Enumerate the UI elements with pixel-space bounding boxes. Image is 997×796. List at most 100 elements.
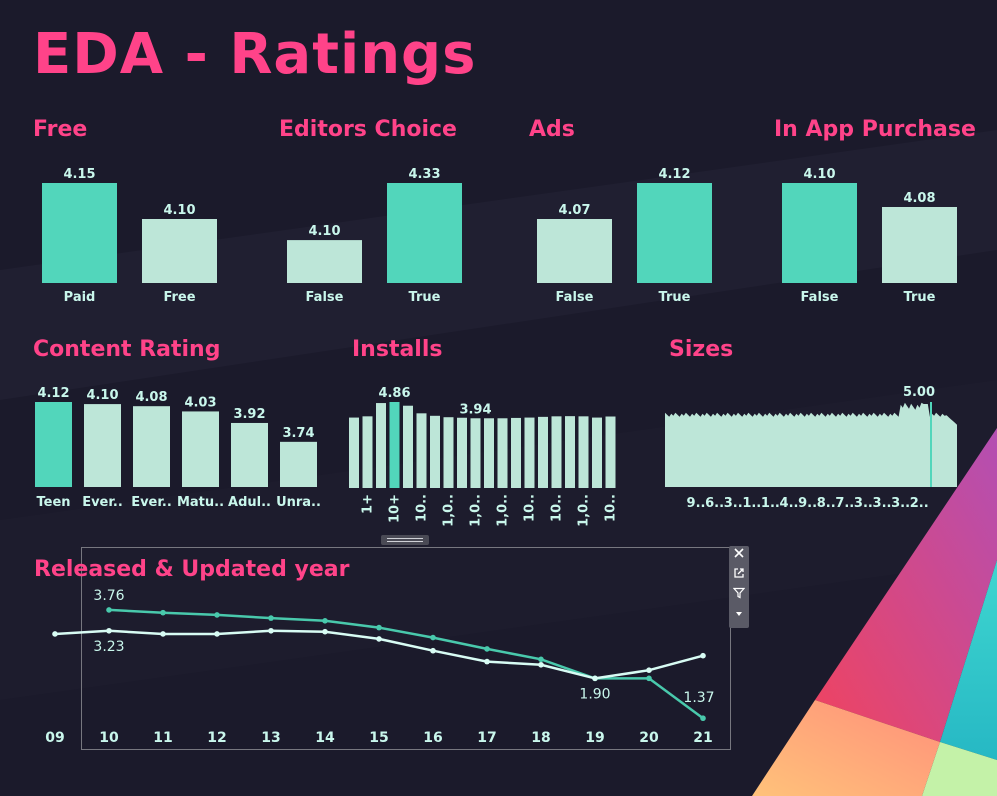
bar-installs-1[interactable] (362, 416, 373, 488)
line-point-0-8[interactable] (484, 646, 490, 652)
bar-installs-11[interactable] (497, 418, 508, 488)
bar-content-3[interactable] (182, 411, 219, 487)
page-title: EDA - Ratings (33, 22, 477, 87)
bar-installs-4[interactable] (403, 405, 413, 488)
sizes-axis-label-0: 9.. (687, 496, 706, 511)
data-label-content-1: 4.10 (86, 388, 118, 403)
category-label-installs-5: 10.. (415, 494, 430, 522)
sizes-axis-label-12: 2.. (910, 496, 929, 511)
line-point-0-3[interactable] (214, 612, 220, 618)
line-point-1-12[interactable] (700, 652, 706, 659)
sizes-axis-label-1: 6.. (705, 496, 724, 511)
year-axis-label-4: 13 (261, 730, 280, 746)
data-label-iap-0: 4.10 (803, 167, 835, 182)
line-point-label-1: 3.23 (93, 639, 124, 655)
line-point-1-10[interactable] (592, 675, 598, 682)
sizes-area[interactable] (665, 402, 957, 487)
line-point-1-1[interactable] (106, 627, 112, 634)
bar-iap-1[interactable] (882, 207, 957, 283)
category-label-content-2: Ever.. (131, 495, 172, 510)
line-point-1-0[interactable] (52, 631, 58, 637)
line-point-0-12[interactable] (700, 715, 706, 722)
category-label-content-4: Adul.. (228, 495, 271, 510)
bar-ads-0[interactable] (537, 219, 612, 283)
line-point-0-5[interactable] (322, 618, 328, 624)
bar-installs-10[interactable] (484, 418, 494, 488)
year-axis-label-2: 11 (153, 730, 172, 746)
line-point-1-5[interactable] (322, 628, 328, 635)
line-point-0-11[interactable] (646, 675, 652, 682)
bar-editors-0[interactable] (287, 240, 362, 283)
caret-down-icon[interactable] (729, 606, 749, 626)
bar-installs-7[interactable] (443, 417, 454, 488)
line-point-0-9[interactable] (538, 656, 544, 663)
bar-installs-15[interactable] (551, 416, 562, 488)
released-updated-year-line-chart[interactable]: 3.76 3.23 1.90 1.37 09 10 11 12 13 14 15 16 17 18 19 20… (30, 585, 730, 750)
bar-free-0[interactable] (42, 183, 117, 283)
bar-installs-9[interactable] (470, 418, 481, 488)
bar-installs-13[interactable] (524, 417, 535, 488)
sizes-area-chart[interactable]: 5.009.. 6.. 3.. 1.. 1.. 4.. 9.. 8.. 7.. 3.. 3.. 3..… (660, 375, 965, 515)
bar-installs-14[interactable] (538, 416, 548, 488)
bar-installs-19[interactable] (605, 416, 616, 488)
line-point-1-6[interactable] (376, 636, 382, 642)
line-point-label-3: 1.37 (683, 690, 714, 706)
year-axis-label-11: 20 (639, 730, 659, 746)
bar-installs-0[interactable] (349, 417, 359, 488)
sizes-axis-label-4: 1.. (761, 496, 780, 511)
in-app-purchase-bar-chart[interactable]: 4.10 False 4.08 True (770, 155, 970, 315)
line-point-0-6[interactable] (376, 624, 382, 631)
bar-content-2[interactable] (133, 406, 170, 487)
line-point-1-3[interactable] (214, 631, 220, 637)
bar-installs-18[interactable] (592, 417, 602, 488)
line-point-0-2[interactable] (160, 609, 166, 616)
bar-free-1[interactable] (142, 219, 217, 283)
category-label-installs-11: 1,0.. (496, 494, 511, 527)
line-point-0-4[interactable] (268, 615, 274, 621)
category-label-installs-1: 1+ (361, 494, 376, 514)
installs-bar-chart[interactable]: 1+ 4.86 10+ 10.. 1,0.. 3.94 1,0.. 1,0.. 10.. 10..… (345, 375, 645, 530)
bar-content-0[interactable] (35, 402, 72, 487)
data-label-ads-1: 4.12 (658, 167, 690, 182)
bar-iap-0[interactable] (782, 183, 857, 283)
category-label-content-3: Matu.. (177, 495, 224, 510)
line-series-0[interactable] (108, 608, 704, 720)
line-point-1-7[interactable] (430, 647, 436, 654)
sizes-max-bar[interactable] (930, 402, 932, 487)
sizes-axis-label-3: 1.. (742, 496, 761, 511)
bar-installs-17[interactable] (578, 416, 589, 488)
line-point-0-1[interactable] (106, 607, 112, 613)
bar-installs-2[interactable] (376, 403, 386, 488)
editors-choice-bar-chart[interactable]: 4.10 False 4.33 True (275, 155, 475, 315)
bar-installs-5[interactable] (416, 413, 427, 488)
bar-ads-1[interactable] (637, 183, 712, 283)
line-point-label-0: 3.76 (93, 588, 124, 604)
data-label-content-5: 3.74 (282, 426, 314, 441)
line-point-1-2[interactable] (160, 631, 166, 637)
content-rating-bar-chart[interactable]: 4.12 Teen 4.10 Ever.. 4.08 Ever.. 4.03 Matu.. 3.… (30, 375, 330, 515)
bar-installs-6[interactable] (430, 415, 440, 488)
category-label-free-0: Paid (64, 290, 96, 305)
bar-installs-12[interactable] (511, 417, 521, 488)
bar-editors-1[interactable] (387, 183, 462, 283)
line-point-1-9[interactable] (538, 661, 544, 668)
drag-handle-icon[interactable] (381, 535, 429, 545)
bar-content-5[interactable] (280, 441, 317, 487)
free-bar-chart[interactable]: 4.15 Paid 4.10 Free (30, 155, 230, 315)
bar-content-4[interactable] (231, 422, 268, 487)
close-icon[interactable] (729, 546, 749, 566)
section-title-installs: Installs (352, 337, 443, 362)
line-point-0-7[interactable] (430, 634, 436, 641)
filter-icon[interactable] (729, 586, 749, 606)
bar-installs-16[interactable] (565, 416, 575, 488)
pop-out-icon[interactable] (729, 566, 749, 586)
line-point-1-11[interactable] (646, 667, 652, 674)
line-point-1-4[interactable] (268, 627, 274, 634)
background-shape-orange (752, 700, 940, 796)
line-point-1-8[interactable] (484, 658, 490, 665)
bar-installs-3[interactable] (389, 402, 400, 488)
line-point-label-2: 1.90 (579, 686, 610, 702)
bar-content-1[interactable] (84, 404, 121, 487)
ads-bar-chart[interactable]: 4.07 False 4.12 True (525, 155, 725, 315)
bar-installs-8[interactable] (457, 417, 467, 488)
